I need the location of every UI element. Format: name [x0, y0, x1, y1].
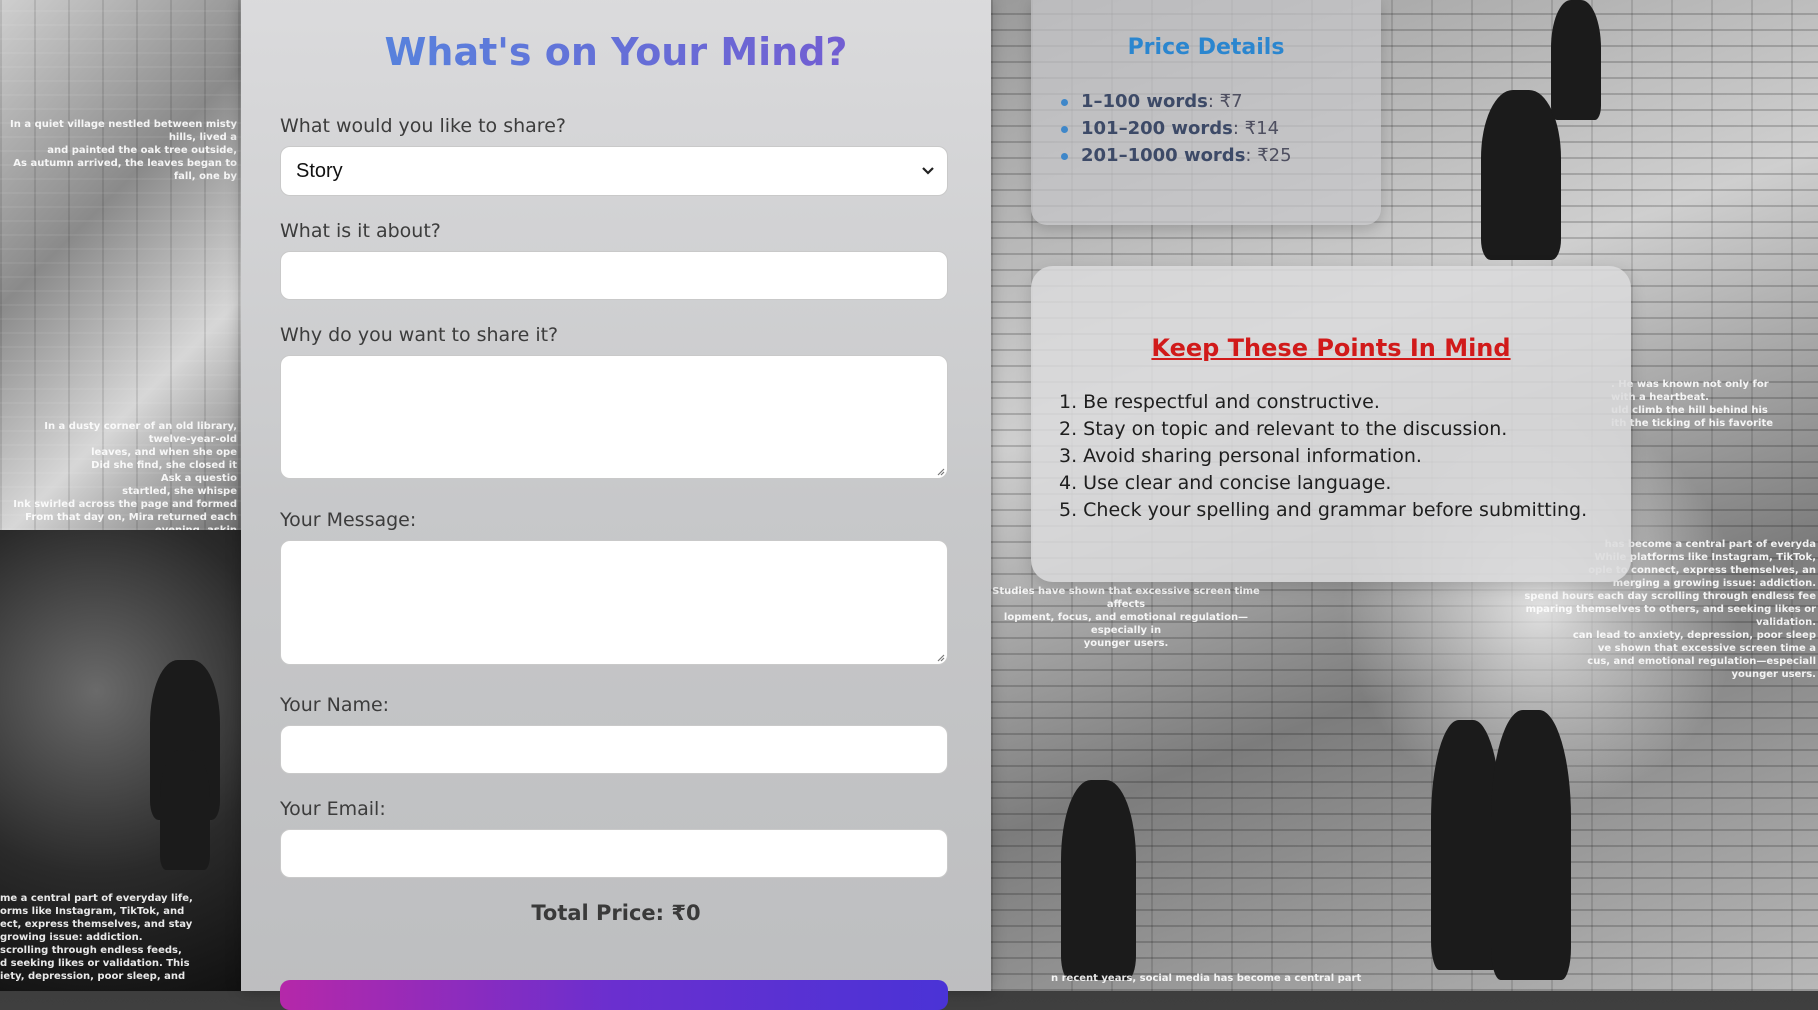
submit-button[interactable] [280, 980, 948, 1010]
background-article-text: Studies have shown that excessive screen… [992, 586, 1260, 649]
message-label: Your Message: [280, 509, 417, 531]
price-item: 101–200 words: ₹14 [1061, 115, 1292, 142]
chevron-down-icon [922, 167, 934, 175]
resize-handle-icon[interactable] [935, 652, 945, 662]
bullet-icon [1061, 126, 1068, 133]
total-price: Total Price: ₹0 [531, 901, 701, 925]
person-silhouette [1481, 90, 1561, 260]
price-item: 1–100 words: ₹7 [1061, 88, 1292, 115]
guidelines-title: Keep These Points In Mind [1151, 334, 1511, 362]
topic-label: What is it about? [280, 220, 441, 242]
background-article-text: me a central part of everyday life, orms… [0, 893, 193, 982]
bullet-icon [1061, 153, 1068, 160]
price-range: 1–100 words [1081, 91, 1208, 112]
guideline-item: 2. Stay on topic and relevant to the dis… [1059, 418, 1508, 440]
submission-form: What's on Your Mind? What would you like… [241, 0, 991, 1010]
name-label: Your Name: [280, 694, 390, 716]
price-value: : ₹14 [1232, 118, 1280, 139]
email-label: Your Email: [280, 798, 386, 820]
guidelines-list: 1. Be respectful and constructive. 2. St… [1059, 389, 1587, 524]
background-story-text: In a quiet village nestled between misty… [10, 119, 237, 182]
background-photo-left-top: In a quiet village nestled between misty… [0, 0, 241, 575]
guideline-item: 1. Be respectful and constructive. [1059, 391, 1380, 413]
person-silhouette [160, 750, 210, 870]
price-details-title: Price Details [1127, 35, 1285, 60]
bullet-icon [1061, 99, 1068, 106]
share-type-select[interactable]: Story [280, 146, 948, 196]
background-photo-left-bottom: me a central part of everyday life, orms… [0, 530, 241, 991]
message-textarea[interactable] [280, 540, 948, 665]
name-input[interactable] [280, 725, 948, 774]
price-details-card: Price Details 1–100 words: ₹7 101–200 wo… [1031, 0, 1381, 225]
resize-handle-icon[interactable] [935, 466, 945, 476]
price-range: 101–200 words [1081, 118, 1233, 139]
price-value: : ₹7 [1207, 91, 1243, 112]
form-title: What's on Your Mind? [241, 30, 991, 74]
reason-textarea[interactable] [280, 355, 948, 479]
person-silhouette [1551, 0, 1601, 120]
background-article-text: n recent years, social media has become … [1051, 973, 1362, 984]
topic-input[interactable] [280, 251, 948, 300]
price-list: 1–100 words: ₹7 101–200 words: ₹14 201–1… [1061, 88, 1292, 169]
background-story-text: . He was known not only for with a heart… [1611, 379, 1774, 429]
guideline-item: 4. Use clear and concise language. [1059, 472, 1392, 494]
reason-label: Why do you want to share it? [280, 324, 559, 346]
email-input[interactable] [280, 829, 948, 878]
guidelines-card: Keep These Points In Mind 1. Be respectf… [1031, 266, 1631, 582]
price-range: 201–1000 words [1081, 145, 1246, 166]
guideline-item: 5. Check your spelling and grammar befor… [1059, 499, 1588, 521]
person-silhouette [1491, 710, 1571, 980]
share-type-label: What would you like to share? [280, 115, 566, 137]
price-value: : ₹25 [1245, 145, 1292, 166]
person-silhouette [1061, 780, 1136, 980]
guideline-item: 3. Avoid sharing personal information. [1059, 445, 1422, 467]
price-item: 201–1000 words: ₹25 [1061, 142, 1292, 169]
share-type-selected-value: Story [296, 160, 343, 182]
